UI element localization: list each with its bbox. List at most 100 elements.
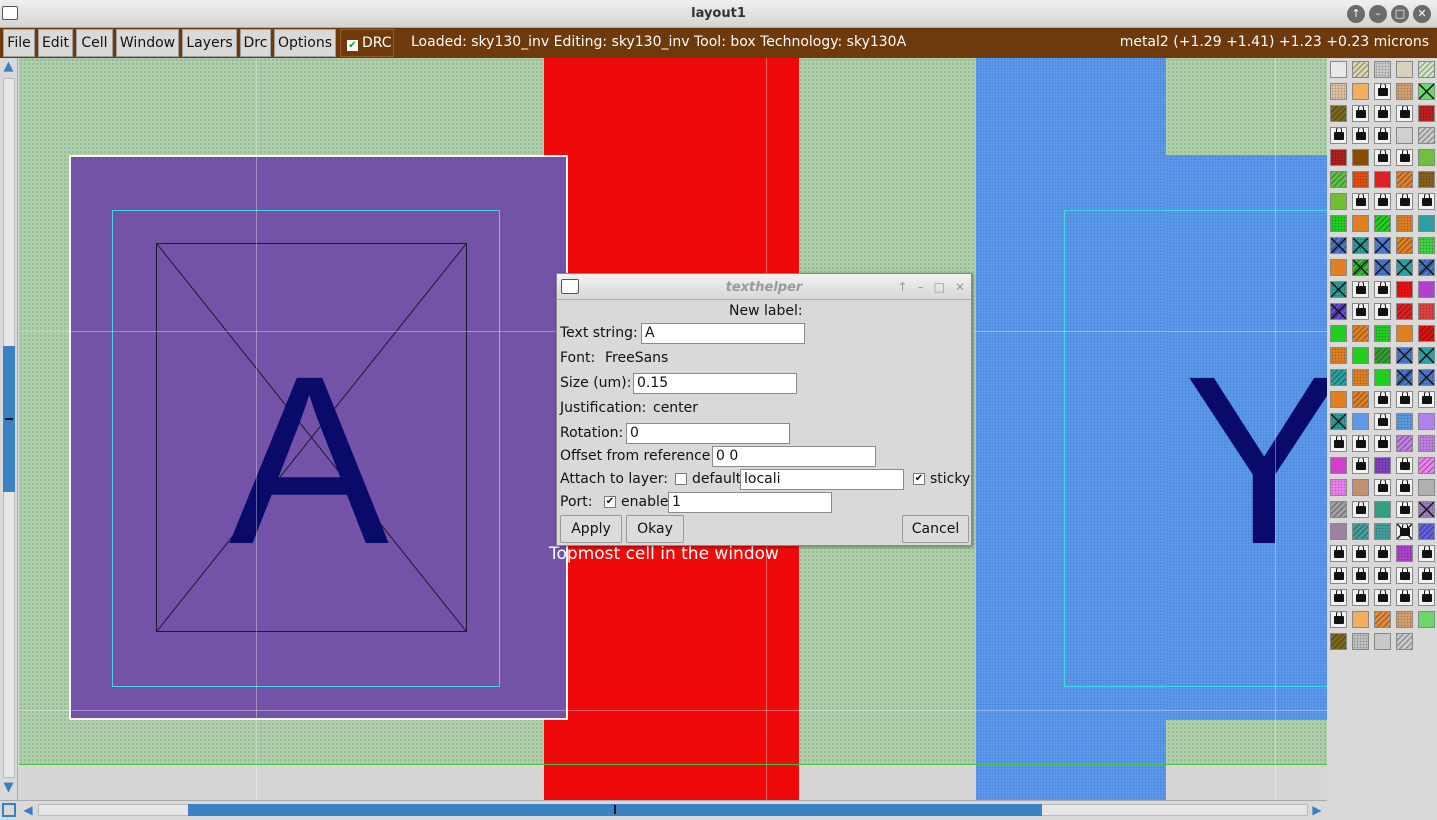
scroll-left-arrow-icon[interactable]: ◀ [20,802,36,818]
layer-swatch[interactable] [1418,83,1435,100]
layer-swatch[interactable] [1330,413,1347,430]
layer-swatch[interactable] [1418,325,1435,342]
text-string-input[interactable]: A [641,323,805,344]
layer-swatch[interactable] [1330,105,1347,122]
layer-swatch[interactable] [1330,435,1347,452]
minimize-window-button[interactable]: – [1369,5,1387,23]
layer-swatch[interactable] [1330,633,1347,650]
justification-value[interactable]: center [653,400,698,416]
font-value[interactable]: FreeSans [605,350,668,366]
layer-swatch[interactable] [1418,589,1435,606]
layer-swatch[interactable] [1374,435,1391,452]
layer-swatch[interactable] [1374,633,1391,650]
layer-swatch[interactable] [1374,523,1391,540]
menu-file[interactable]: File [3,29,35,57]
layer-swatch[interactable] [1396,501,1413,518]
menu-drc[interactable]: Drc [240,29,271,57]
layer-swatch[interactable] [1330,127,1347,144]
layer-swatch[interactable] [1330,193,1347,210]
horizontal-scrollbar[interactable]: ◀ ▶ [0,800,1327,820]
layer-swatch[interactable] [1352,193,1369,210]
layer-swatch[interactable] [1396,61,1413,78]
layer-swatch[interactable] [1374,611,1391,628]
vertical-scrollbar[interactable]: ▲ ▼ [0,58,18,800]
okay-button[interactable]: Okay [626,515,684,543]
layer-swatch[interactable] [1330,391,1347,408]
layer-swatch[interactable] [1352,127,1369,144]
layer-swatch[interactable] [1352,611,1369,628]
layer-swatch[interactable] [1374,105,1391,122]
layer-swatch[interactable] [1352,501,1369,518]
layer-swatch[interactable] [1352,303,1369,320]
layer-swatch[interactable] [1396,633,1413,650]
scroll-right-arrow-icon[interactable]: ▶ [1309,802,1325,818]
layer-swatch[interactable] [1352,435,1369,452]
drc-toggle[interactable]: ✔ DRC [340,29,394,57]
layer-swatch[interactable] [1352,83,1369,100]
layer-swatch[interactable] [1352,149,1369,166]
layer-swatch[interactable] [1330,457,1347,474]
layer-swatch[interactable] [1330,523,1347,540]
dialog-close-icon[interactable]: ✕ [955,280,965,294]
layer-swatch[interactable] [1330,215,1347,232]
enable-checkbox[interactable]: ✔ [604,496,616,508]
dialog-maximize-icon[interactable]: □ [934,280,945,294]
layer-swatch[interactable] [1330,237,1347,254]
layer-swatch[interactable] [1330,369,1347,386]
layer-swatch[interactable] [1396,413,1413,430]
layer-swatch[interactable] [1396,325,1413,342]
cancel-button[interactable]: Cancel [902,515,969,543]
default-checkbox[interactable] [675,473,687,485]
layer-swatch[interactable] [1330,545,1347,562]
layer-swatch[interactable] [1418,237,1435,254]
layer-swatch[interactable] [1352,347,1369,364]
layer-swatch[interactable] [1396,237,1413,254]
layer-swatch[interactable] [1352,215,1369,232]
layer-swatch[interactable] [1396,435,1413,452]
layer-swatch[interactable] [1396,171,1413,188]
layer-swatch[interactable] [1352,61,1369,78]
layer-swatch[interactable] [1396,369,1413,386]
layer-swatch[interactable] [1396,391,1413,408]
layer-swatch[interactable] [1396,303,1413,320]
layer-swatch[interactable] [1374,237,1391,254]
layer-swatch[interactable] [1330,281,1347,298]
layer-swatch[interactable] [1330,479,1347,496]
layer-swatch[interactable] [1352,633,1369,650]
zoom-box-icon[interactable] [2,803,16,817]
layer-swatch[interactable] [1352,171,1369,188]
layer-swatch[interactable] [1374,369,1391,386]
layer-swatch[interactable] [1352,479,1369,496]
layer-swatch[interactable] [1418,259,1435,276]
offset-input[interactable]: 0 0 [712,446,876,467]
maximize-window-button[interactable]: □ [1391,5,1409,23]
layer-swatch[interactable] [1396,149,1413,166]
layer-swatch[interactable] [1396,589,1413,606]
layer-swatch[interactable] [1418,457,1435,474]
layer-swatch[interactable] [1330,501,1347,518]
layer-swatch[interactable] [1396,259,1413,276]
layer-swatch[interactable] [1418,127,1435,144]
layer-swatch[interactable] [1374,567,1391,584]
scroll-up-arrow-icon[interactable]: ▲ [1,59,16,75]
layer-swatch[interactable] [1418,567,1435,584]
layer-swatch[interactable] [1330,259,1347,276]
layer-swatch[interactable] [1396,347,1413,364]
port-input[interactable]: 1 [668,492,832,513]
menu-window[interactable]: Window [116,29,179,57]
layer-input[interactable]: locali [740,469,904,490]
menu-edit[interactable]: Edit [38,29,73,57]
layer-swatch[interactable] [1396,127,1413,144]
layer-swatch[interactable] [1418,105,1435,122]
layer-swatch[interactable] [1374,457,1391,474]
layer-swatch[interactable] [1352,391,1369,408]
close-window-button[interactable]: ✕ [1413,5,1431,23]
layer-swatch[interactable] [1330,589,1347,606]
sticky-checkbox[interactable]: ✔ [913,473,925,485]
layer-swatch[interactable] [1396,193,1413,210]
layer-swatch[interactable] [1396,83,1413,100]
layer-swatch[interactable] [1330,61,1347,78]
layer-swatch[interactable] [1374,589,1391,606]
layer-swatch[interactable] [1330,325,1347,342]
layer-swatch[interactable] [1418,215,1435,232]
